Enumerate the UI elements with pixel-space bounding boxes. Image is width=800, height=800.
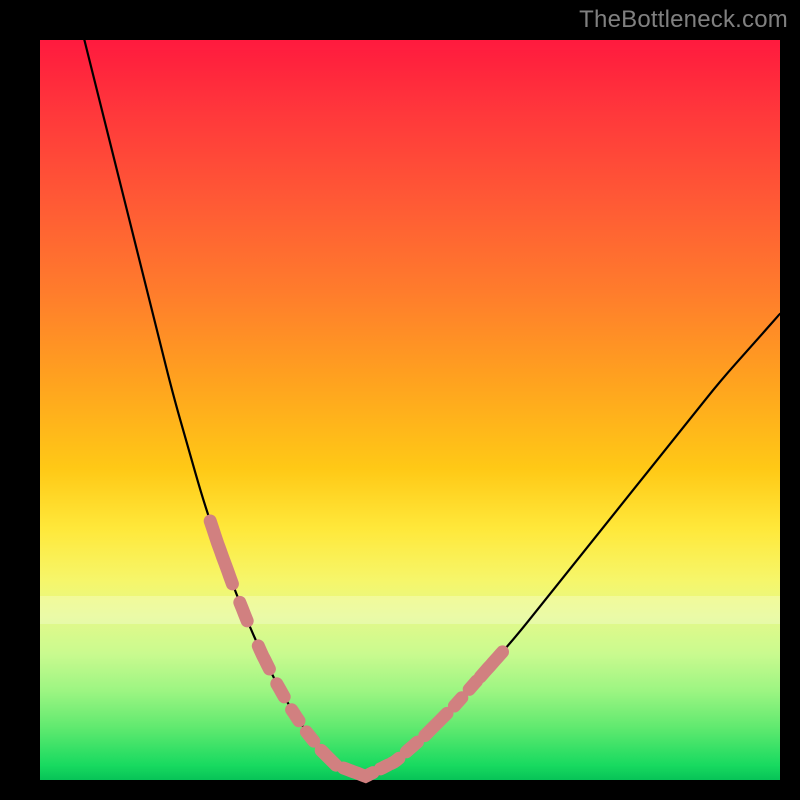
- dash-segment: [469, 681, 476, 689]
- dash-segment: [480, 652, 502, 677]
- dash-segment: [306, 732, 313, 741]
- plot-area: [40, 40, 780, 780]
- chart-frame: TheBottleneck.com: [0, 0, 800, 800]
- dash-segment: [210, 521, 232, 584]
- dash-segment: [392, 758, 399, 763]
- dash-segment: [406, 742, 417, 752]
- dash-segment: [321, 750, 336, 765]
- dash-segment: [292, 710, 299, 721]
- dash-segment: [240, 602, 247, 621]
- dash-segment: [425, 713, 447, 735]
- curve-svg: [40, 40, 780, 780]
- dash-segment: [258, 646, 269, 669]
- dash-segment: [277, 684, 284, 697]
- dash-segment: [343, 768, 373, 776]
- watermark-text: TheBottleneck.com: [579, 6, 788, 34]
- dash-segment: [454, 698, 461, 706]
- bottleneck-curve: [84, 40, 780, 773]
- dash-overlay: [210, 521, 502, 776]
